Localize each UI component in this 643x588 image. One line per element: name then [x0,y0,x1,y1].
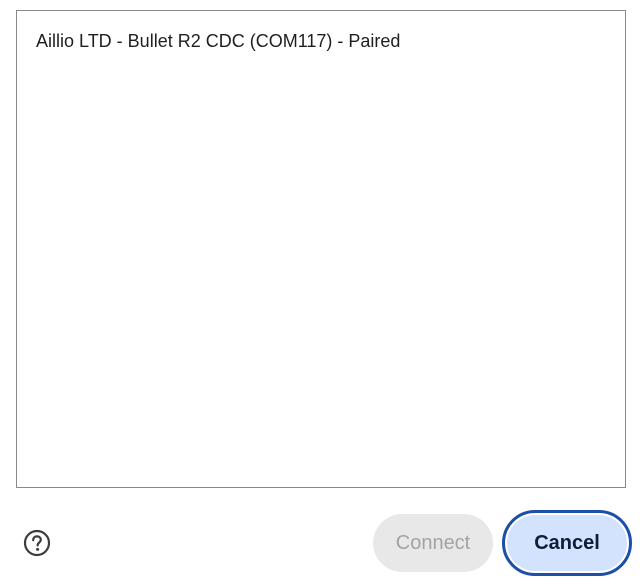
help-button[interactable] [23,529,51,557]
question-circle-icon [23,529,51,557]
device-item[interactable]: Aillio LTD - Bullet R2 CDC (COM117) - Pa… [17,11,625,69]
cancel-button[interactable]: Cancel [502,510,632,576]
device-list[interactable]: Aillio LTD - Bullet R2 CDC (COM117) - Pa… [16,10,626,488]
connect-button[interactable]: Connect [373,514,493,572]
